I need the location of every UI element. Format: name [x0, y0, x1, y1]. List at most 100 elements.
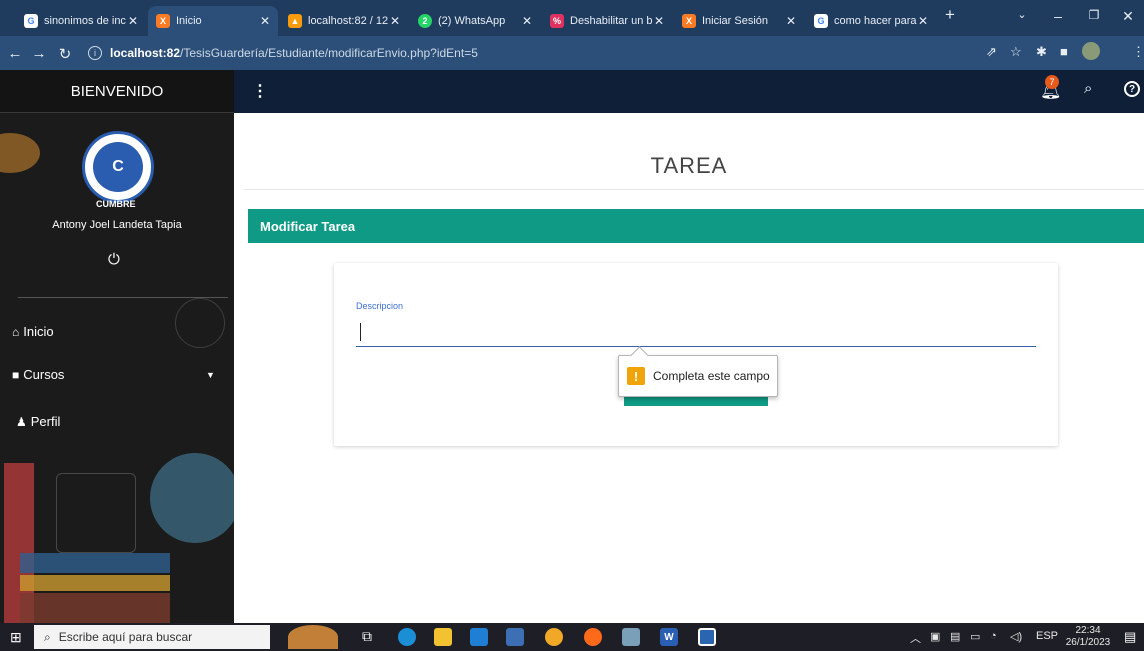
book-icon: ■	[12, 367, 20, 382]
browser-tab-7[interactable]: G como hacer para ✕	[806, 6, 936, 36]
app-icon[interactable]	[698, 628, 716, 646]
battery-icon[interactable]: ▭	[970, 630, 980, 643]
whatsapp-icon: 2	[418, 14, 432, 28]
notification-badge: 7	[1045, 75, 1059, 89]
reload-icon[interactable]: ↻	[56, 45, 74, 63]
tab-search-icon[interactable]: ⌄	[1012, 8, 1032, 21]
notifications-icon[interactable]: ▤	[1124, 629, 1136, 645]
close-tab-icon[interactable]: ✕	[654, 14, 664, 28]
sidebar-divider	[18, 297, 228, 298]
google-icon: G	[24, 14, 38, 28]
browser-tab-6[interactable]: X Iniciar Sesión ✕	[674, 6, 804, 36]
help-icon[interactable]: ?	[1124, 81, 1140, 97]
minimize-icon[interactable]: –	[1048, 8, 1068, 24]
decor-shape	[0, 133, 40, 173]
sidebar-item-label: Perfil	[30, 414, 61, 429]
close-tab-icon[interactable]: ✕	[786, 14, 796, 28]
google-icon: G	[814, 14, 828, 28]
user-icon: ♟	[16, 414, 27, 429]
user-name: Antony Joel Landeta Tapia	[52, 219, 182, 231]
chrome-menu-icon[interactable]: ⋮	[1132, 44, 1144, 60]
bookmark-star-icon[interactable]: ☆	[1010, 44, 1022, 60]
description-input[interactable]	[356, 319, 1036, 347]
task-view-icon[interactable]: ⧉	[362, 628, 372, 645]
sidebar-toggle-icon[interactable]: ⋮	[252, 81, 268, 101]
url-path: /TesisGuardería/Estudiante/modificarEnvi…	[180, 46, 478, 60]
clock-date[interactable]: 26/1/2023	[1058, 637, 1118, 648]
language-indicator[interactable]: ESP	[1036, 630, 1058, 642]
search-icon[interactable]: ⌕	[1084, 80, 1092, 97]
tab-title: como hacer para	[834, 15, 917, 27]
tray-app-icon[interactable]: ▣	[930, 630, 940, 643]
close-tab-icon[interactable]: ✕	[390, 14, 400, 28]
validation-message: Completa este campo	[653, 369, 770, 383]
word-icon[interactable]: W	[660, 628, 678, 646]
profile-avatar[interactable]	[1082, 42, 1100, 60]
sidebar-item-inicio[interactable]: ⌂ Inicio	[12, 324, 54, 339]
weather-widget-icon[interactable]	[288, 625, 338, 649]
forward-icon[interactable]: →	[30, 45, 48, 62]
extensions-icon[interactable]: ✱	[1036, 44, 1047, 60]
url-host: localhost:82	[110, 46, 181, 60]
site-icon: %	[550, 14, 564, 28]
windows-start-icon[interactable]: ⊞	[10, 629, 22, 646]
close-tab-icon[interactable]: ✕	[128, 14, 138, 28]
browser-tab-4[interactable]: 2 (2) WhatsApp ✕	[410, 6, 540, 36]
browser-profile-icon[interactable]	[622, 628, 640, 646]
wifi-icon[interactable]: ◔	[990, 630, 997, 642]
text-caret	[360, 323, 361, 341]
page-title: TAREA	[650, 153, 728, 178]
decor-book	[20, 553, 170, 573]
taskbar-search[interactable]: ⌕ Escribe aquí para buscar	[34, 625, 270, 649]
close-tab-icon[interactable]: ✕	[522, 14, 532, 28]
tray-app-icon[interactable]: ▤	[950, 630, 960, 643]
section-header: Modificar Tarea	[248, 209, 1144, 243]
site-info-icon[interactable]: i	[88, 46, 102, 60]
school-logo: C	[82, 131, 154, 203]
close-tab-icon[interactable]: ✕	[918, 14, 928, 28]
sidebar-item-label: Inicio	[23, 324, 54, 339]
address-bar-row: ← → ↻ i localhost:82 /TesisGuardería/Est…	[0, 36, 1144, 70]
browser-tab-strip: G sinonimos de inc ✕ X Inicio ✕ ▲ localh…	[0, 0, 1144, 36]
browser-tab-3[interactable]: ▲ localhost:82 / 12 ✕	[280, 6, 408, 36]
xampp-icon: X	[682, 14, 696, 28]
validation-tooltip: ! Completa este campo	[618, 355, 778, 397]
edge-icon[interactable]	[398, 628, 416, 646]
sidebar-item-perfil[interactable]: ♟ Perfil	[16, 414, 60, 429]
close-tab-icon[interactable]: ✕	[260, 14, 270, 28]
decor-book	[20, 593, 170, 623]
browser-tab-1[interactable]: G sinonimos de inc ✕	[16, 6, 146, 36]
clock-time[interactable]: 22:34	[1068, 625, 1108, 636]
url-bar[interactable]: i localhost:82 /TesisGuardería/Estudiant…	[88, 41, 968, 65]
sidebar-item-cursos[interactable]: ■ Cursos ▼	[12, 367, 215, 382]
caret-down-icon: ▼	[206, 369, 215, 380]
warning-icon: !	[627, 367, 645, 385]
tab-title: Inicio	[176, 15, 202, 27]
decor-globe	[150, 453, 234, 543]
windows-taskbar: ⊞ ⌕ Escribe aquí para buscar ⧉ W ︿ ▣ ▤ ▭…	[0, 623, 1144, 651]
xampp-icon: X	[156, 14, 170, 28]
firefox-icon[interactable]	[584, 628, 602, 646]
side-panel-icon[interactable]: ■	[1060, 44, 1068, 59]
tab-title: localhost:82 / 12	[308, 15, 389, 27]
restore-icon[interactable]: ❐	[1084, 8, 1104, 22]
back-icon[interactable]: ←	[6, 45, 24, 62]
mail-icon[interactable]	[470, 628, 488, 646]
sidebar-item-label: Cursos	[23, 367, 65, 382]
new-tab-button[interactable]: +	[940, 5, 960, 25]
browser-tab-2[interactable]: X Inicio ✕	[148, 6, 278, 36]
search-icon: ⌕	[44, 629, 51, 644]
volume-icon[interactable]: ◁)	[1010, 630, 1022, 643]
sidebar: C CUMBRE Antony Joel Landeta Tapia ⏻ ⌂ I…	[0, 113, 234, 623]
tab-title: sinonimos de inc	[44, 15, 126, 27]
share-icon[interactable]: ⇗	[986, 44, 997, 60]
chrome-icon[interactable]	[545, 628, 563, 646]
file-explorer-icon[interactable]	[434, 628, 452, 646]
store-icon[interactable]	[506, 628, 524, 646]
close-window-icon[interactable]: ✕	[1118, 8, 1138, 25]
tab-title: (2) WhatsApp	[438, 15, 506, 27]
tray-overflow-icon[interactable]: ︿	[910, 630, 921, 646]
search-placeholder: Escribe aquí para buscar	[58, 630, 193, 644]
logout-power-icon[interactable]: ⏻	[108, 251, 120, 268]
browser-tab-5[interactable]: % Deshabilitar un b ✕	[542, 6, 672, 36]
